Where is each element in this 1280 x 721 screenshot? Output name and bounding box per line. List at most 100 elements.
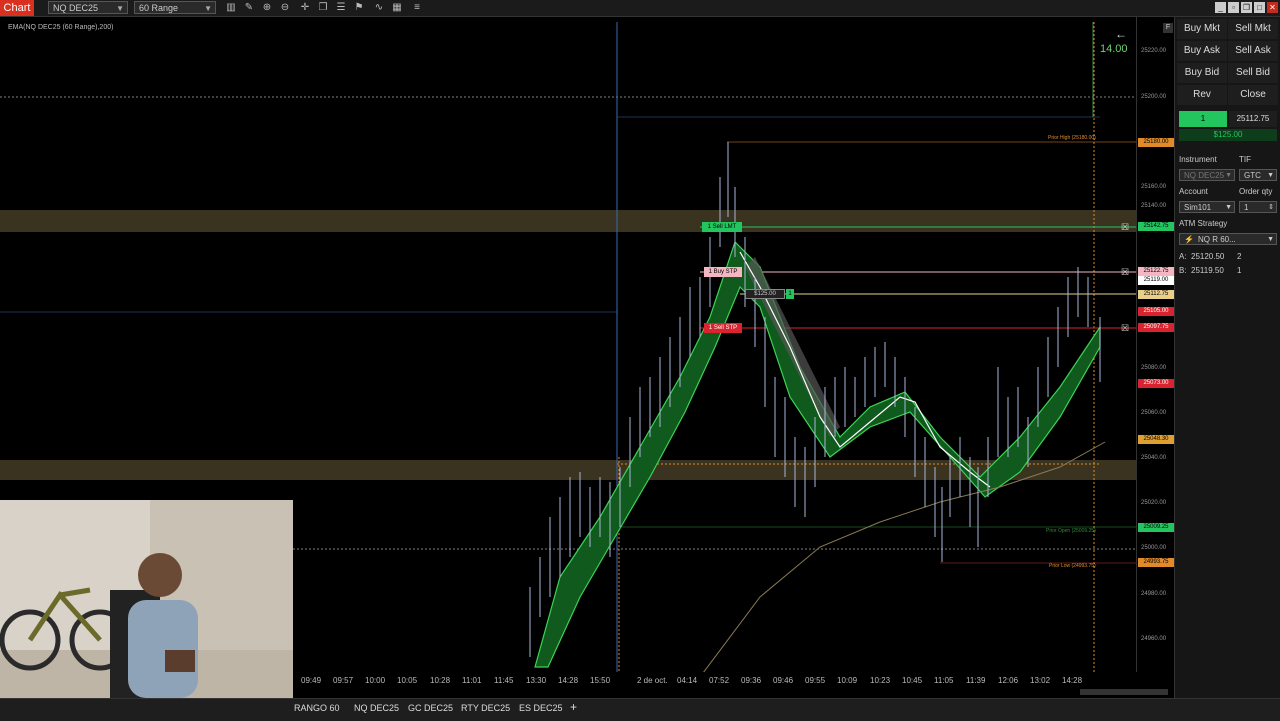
lightning-icon: ⚡ [1184, 235, 1194, 244]
tif-label: TIF [1239, 155, 1251, 164]
time-label: 07:52 [709, 676, 730, 685]
sell-market-button[interactable]: Sell Mkt [1228, 19, 1278, 39]
time-label: 12:06 [998, 676, 1019, 685]
cloud-band [745, 257, 840, 437]
time-label: 04:14 [677, 676, 698, 685]
bar-chart-icon[interactable]: ▥ [224, 1, 238, 14]
time-label: 09:55 [805, 676, 826, 685]
prior-low-label: Prior Low (24993.75) [1049, 563, 1096, 569]
instrument-select[interactable]: NQ DEC25 ▼ [48, 1, 128, 14]
close-position-button[interactable]: Close [1228, 85, 1278, 105]
restore-window-icon[interactable]: ❐ [1241, 2, 1252, 13]
price-label: 25220.00 [1141, 48, 1167, 54]
buy-bid-button[interactable]: Buy Bid [1177, 63, 1227, 83]
f-icon[interactable]: F [1163, 23, 1173, 33]
tab-es-dec25[interactable]: ES DEC25 [519, 703, 563, 713]
trend-ribbon [534, 240, 1101, 668]
price-tag: 25097.75 [1138, 323, 1174, 332]
price-label: 25160.00 [1141, 184, 1167, 190]
price-tag: 25122.75 [1138, 267, 1174, 276]
cancel-order-icon[interactable]: ☒ [1121, 323, 1129, 334]
time-label: 15:50 [590, 676, 611, 685]
price-label: 25200.00 [1141, 94, 1167, 100]
tab-gc-dec25[interactable]: GC DEC25 [408, 703, 453, 713]
tif-value: GTC [1244, 171, 1261, 180]
order-qty-value: 1 [1244, 203, 1249, 212]
price-label: 25000.00 [1141, 545, 1167, 551]
time-label: 10:09 [837, 676, 858, 685]
add-tab-button[interactable]: + [570, 700, 577, 714]
time-label: 2 de oct. [637, 676, 668, 685]
time-label: 09:49 [301, 676, 322, 685]
minimize-icon[interactable]: _ [1215, 2, 1226, 13]
time-label: 10:00 [365, 676, 386, 685]
template-icon[interactable]: ❐ [316, 1, 330, 14]
crosshair-icon[interactable]: ✛ [298, 1, 312, 14]
time-axis[interactable]: 09:49 09:57 10:00 10:05 10:28 11:01 11:4… [293, 672, 1136, 688]
position-pnl-chip[interactable]: $125.00 [745, 289, 785, 299]
account-label: Account [1179, 187, 1208, 196]
price-tag: 25009.25 [1138, 523, 1174, 532]
horizontal-scrollbar[interactable] [1080, 689, 1168, 695]
price-tag: 25119.00 [1138, 276, 1174, 285]
back-arrow-icon[interactable]: ← [1115, 27, 1127, 41]
order-qty-stepper[interactable]: 1 ⇕ [1239, 201, 1277, 213]
buy-stop-order[interactable]: 1 Buy STP [704, 267, 742, 277]
time-label: 09:46 [773, 676, 794, 685]
bid-qty: 1 [1237, 266, 1242, 275]
buy-ask-button[interactable]: Buy Ask [1177, 41, 1227, 61]
strategy-icon[interactable]: ⚑ [352, 1, 366, 14]
data-box-icon[interactable]: ▦ [390, 1, 404, 14]
time-label: 13:02 [1030, 676, 1051, 685]
period-select[interactable]: 60 Range ▼ [134, 1, 216, 14]
account-select[interactable]: Sim101 ▼ [1179, 201, 1235, 213]
period-select-value: 60 Range [139, 3, 179, 13]
chart-tab[interactable]: Chart [0, 0, 34, 16]
buy-market-button[interactable]: Buy Mkt [1177, 19, 1227, 39]
zoom-out-icon[interactable]: ⊖ [278, 1, 292, 14]
indicator-icon[interactable]: ∿ [372, 1, 386, 14]
properties-icon[interactable]: ☰ [334, 1, 348, 14]
close-icon[interactable]: ✕ [1267, 2, 1278, 13]
price-tag: 25112.75 [1138, 290, 1174, 299]
atm-strategy-label: ATM Strategy [1179, 219, 1228, 228]
sell-bid-button[interactable]: Sell Bid [1228, 63, 1278, 83]
zoom-in-icon[interactable]: ⊕ [260, 1, 274, 14]
chevron-down-icon: ▼ [1225, 172, 1232, 179]
price-axis[interactable]: 25220.00 25200.00 25160.00 25140.00 2508… [1136, 17, 1175, 672]
reverse-button[interactable]: Rev [1177, 85, 1227, 105]
instrument-value: NQ DEC25 [1184, 171, 1225, 180]
tab-rty-dec25[interactable]: RTY DEC25 [461, 703, 510, 713]
tab-nq-dec25[interactable]: NQ DEC25 [354, 703, 399, 713]
chart-toolbar: Chart NQ DEC25 ▼ 60 Range ▼ ▥ ✎ ⊕ ⊖ ✛ ❐ … [0, 0, 1280, 17]
maximize-icon[interactable]: □ [1254, 2, 1265, 13]
position-qty: 1 [1179, 111, 1227, 127]
instrument-select[interactable]: NQ DEC25 ▼ [1179, 169, 1235, 181]
time-label: 11:45 [494, 676, 514, 685]
sell-stop-order[interactable]: 1 Sell STP [704, 323, 742, 333]
chevron-down-icon: ▼ [204, 4, 212, 13]
tab-rango-60[interactable]: RANGO 60 [294, 703, 340, 713]
tif-select[interactable]: GTC ▼ [1239, 169, 1277, 181]
cancel-order-icon[interactable]: ☒ [1121, 267, 1129, 278]
list-icon[interactable]: ≡ [410, 1, 424, 14]
sell-ask-button[interactable]: Sell Ask [1228, 41, 1278, 61]
prior-open-label: Prior Open (25009.25) [1046, 528, 1096, 534]
chevron-down-icon: ▼ [1225, 204, 1232, 211]
time-label: 11:39 [966, 676, 986, 685]
atm-strategy-select[interactable]: ⚡ NQ R 60... ▼ [1179, 233, 1277, 245]
position-qty-chip[interactable]: 1 [786, 289, 794, 299]
pencil-icon[interactable]: ✎ [242, 1, 256, 14]
bid-price: 25119.50 [1191, 266, 1224, 275]
order-qty-label: Order qty [1239, 187, 1273, 196]
unrealized-pnl: $125.00 [1179, 129, 1277, 141]
stepper-icon[interactable]: ⇕ [1268, 202, 1274, 214]
time-label: 11:05 [934, 676, 954, 685]
restore-icon[interactable]: ▫ [1228, 2, 1239, 13]
cancel-order-icon[interactable]: ☒ [1121, 222, 1129, 233]
position-avg-price: 25112.75 [1229, 111, 1277, 127]
sell-limit-order[interactable]: 1 Sell LMT [702, 222, 742, 232]
chart-tab-bar: RANGO 60 NQ DEC25 GC DEC25 RTY DEC25 ES … [0, 698, 1280, 721]
time-label: 13:30 [526, 676, 547, 685]
account-value: Sim101 [1184, 203, 1212, 212]
